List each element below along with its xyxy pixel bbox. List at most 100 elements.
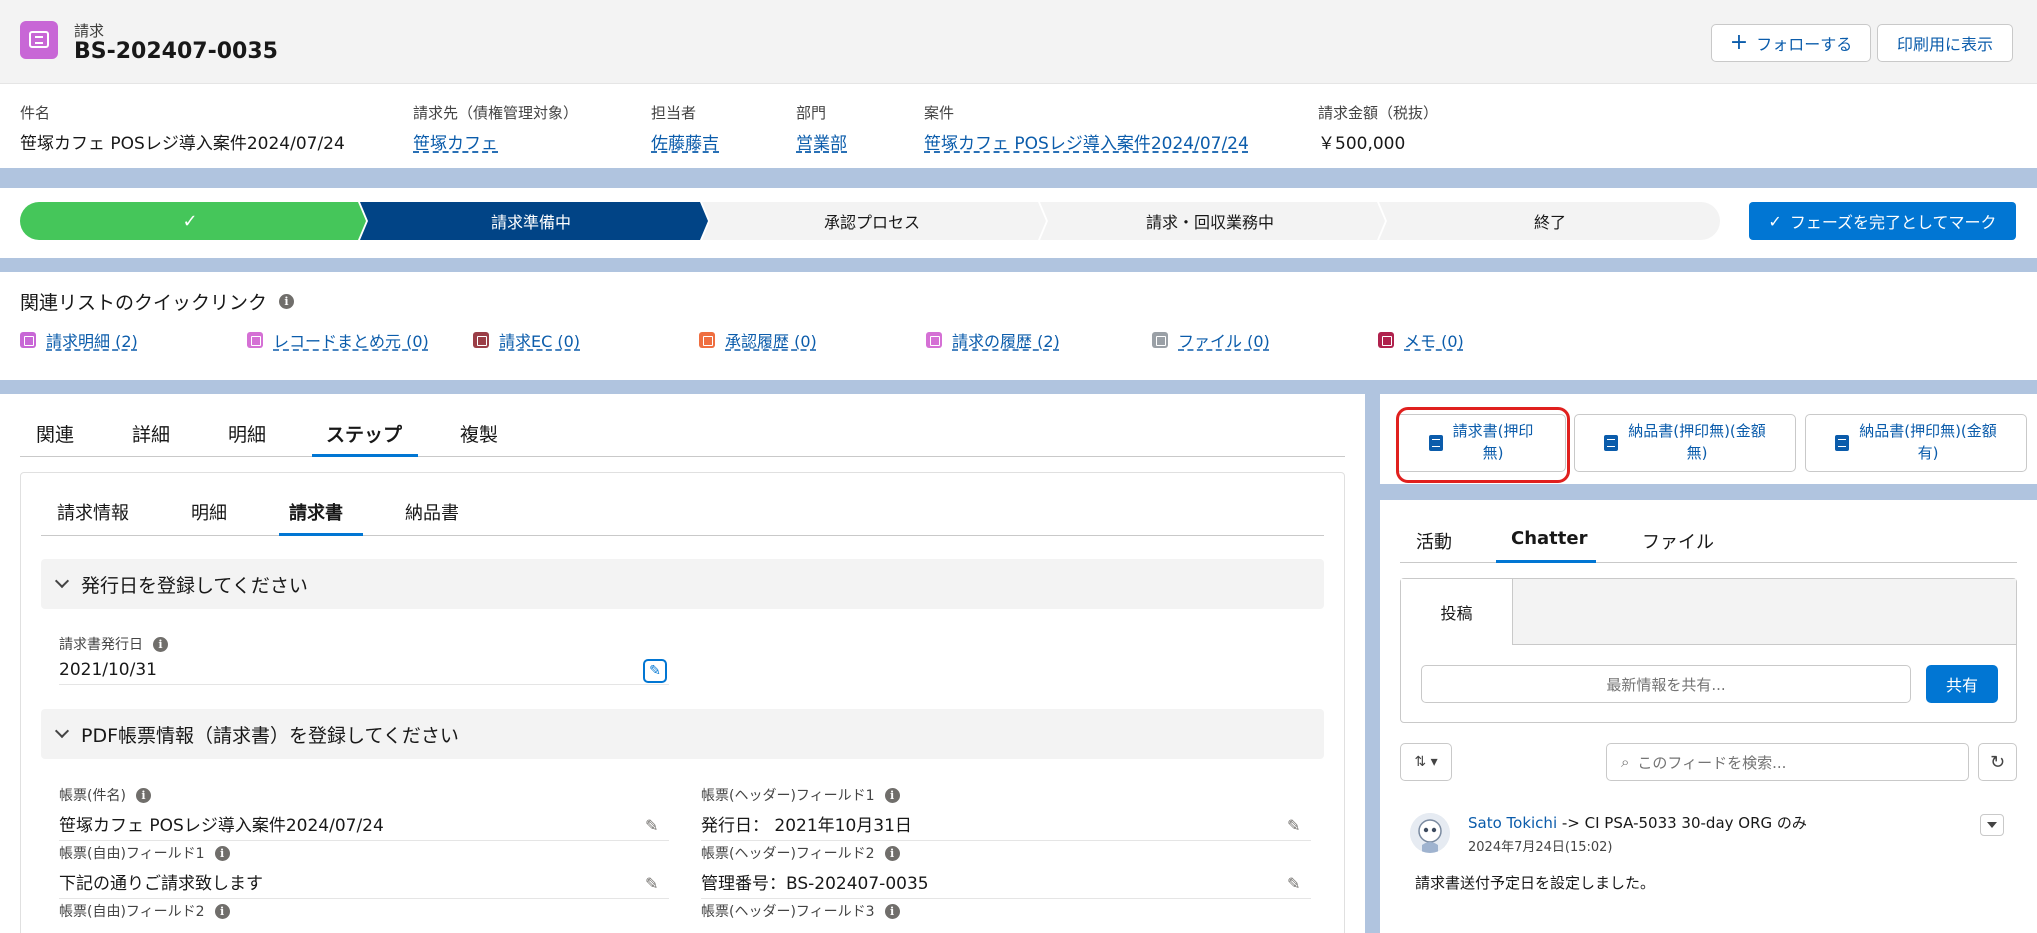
path-component: ✓ 請求準備中 承認プロセス 請求・回収業務中 終了 ✓ フェーズを完了としてマ… — [0, 188, 2037, 258]
chevron-down-icon — [54, 573, 70, 589]
tab-invoice-info[interactable]: 請求情報 — [57, 499, 129, 525]
object-label: 請求 — [74, 22, 105, 40]
stage-current[interactable]: 請求準備中 — [360, 202, 702, 240]
active-tab-indicator — [1496, 560, 1596, 563]
cart-icon — [473, 332, 489, 348]
plus-icon: + — [1729, 30, 1749, 55]
field-owner: 担当者 佐藤藤吉 — [651, 104, 719, 154]
field-opportunity: 案件 笹塚カフェ POSレジ導入案件2024/07/24 — [924, 104, 1249, 154]
tab-chatter[interactable]: Chatter — [1511, 528, 1587, 549]
share-update-input[interactable]: 最新情報を共有... — [1421, 665, 1911, 703]
field-form-free-2: 帳票(自由)フィールド2 i — [59, 901, 669, 921]
info-icon[interactable]: i — [214, 845, 230, 861]
info-icon[interactable]: i — [884, 903, 900, 919]
sort-icon: ⇅ ▾ — [1414, 754, 1438, 770]
info-icon[interactable]: i — [884, 845, 900, 861]
quick-link-files[interactable]: ファイル (0) — [1152, 328, 1270, 352]
record-title: BS-202407-0035 — [74, 39, 278, 64]
field-form-header-2: 帳票(ヘッダー)フィールド2 i 管理番号：BS-202407-0035 ✎ — [701, 843, 1311, 899]
check-icon: ✓ — [1768, 211, 1782, 231]
info-icon[interactable]: i — [214, 903, 230, 919]
feed-item-body: 請求書送付予定日を設定しました。 — [1415, 874, 1656, 892]
edit-pencil-icon[interactable]: ✎ — [643, 659, 667, 683]
follow-button[interactable]: + フォローする — [1711, 24, 1871, 62]
edit-pencil-icon[interactable]: ✎ — [1287, 816, 1303, 835]
edit-pencil-icon[interactable]: ✎ — [1287, 874, 1303, 893]
feed-target: -> CI PSA-5033 30-day ORG のみ — [1557, 814, 1807, 832]
delivery-no-seal-no-amount-button[interactable]: 納品書(押印無)(金額 無) — [1574, 414, 1796, 472]
quick-link-approval-history[interactable]: 承認履歴 (0) — [699, 328, 817, 352]
field-billing-account: 請求先（債権管理対象） 笹塚カフェ — [413, 104, 579, 154]
opportunity-link[interactable]: 笹塚カフェ POSレジ導入案件2024/07/24 — [924, 134, 1249, 154]
tab-delivery-doc[interactable]: 納品書 — [405, 499, 459, 525]
stage-completed[interactable]: ✓ — [20, 202, 360, 240]
info-icon[interactable]: i — [279, 294, 295, 309]
tab-steps[interactable]: ステップ — [326, 420, 402, 447]
printable-view-button[interactable]: 印刷用に表示 — [1877, 24, 2013, 62]
publisher-tab-strip — [1513, 579, 2016, 645]
info-icon[interactable]: i — [153, 636, 168, 652]
edit-pencil-icon[interactable]: ✎ — [645, 874, 661, 893]
avatar[interactable] — [1410, 813, 1450, 853]
section-issue-date[interactable]: 発行日を登録してください — [41, 559, 1324, 609]
invoice-object-icon — [20, 21, 58, 59]
info-icon[interactable]: i — [884, 787, 900, 803]
tab-lines[interactable]: 明細 — [228, 420, 266, 447]
department-link[interactable]: 営業部 — [796, 134, 847, 154]
stage-approval[interactable]: 承認プロセス — [702, 202, 1042, 240]
tab-details[interactable]: 詳細 — [132, 420, 170, 447]
record-icon — [247, 332, 263, 348]
tab-invoice-doc[interactable]: 請求書 — [289, 499, 343, 525]
chevron-down-icon — [54, 723, 70, 739]
chatter-card: 活動 Chatter ファイル 投稿 最新情報を共有... 共有 ⇅ ▾ ⌕ こ… — [1380, 500, 2037, 933]
document-icon — [1835, 435, 1850, 451]
field-form-free-1: 帳票(自由)フィールド1 i 下記の通りご請求致します ✎ — [59, 843, 669, 899]
field-subject: 件名 笹塚カフェ POSレジ導入案件2024/07/24 — [20, 104, 345, 154]
invoice-line-icon — [20, 332, 36, 348]
info-icon[interactable]: i — [135, 787, 151, 803]
field-form-header-1: 帳票(ヘッダー)フィールド1 i 発行日： 2021年10月31日 ✎ — [701, 785, 1311, 841]
mark-stage-complete-button[interactable]: ✓ フェーズを完了としてマーク — [1749, 202, 2016, 240]
edit-pencil-icon[interactable]: ✎ — [645, 816, 661, 835]
share-button[interactable]: 共有 — [1926, 665, 1998, 703]
quick-link-merge-source[interactable]: レコードまとめ元 (0) — [247, 328, 429, 352]
quick-link-invoice-lines[interactable]: 請求明細 (2) — [20, 328, 138, 352]
file-icon — [1152, 332, 1168, 348]
feed-search-input[interactable]: ⌕ このフィードを検索... — [1606, 743, 1969, 781]
quick-link-notes[interactable]: メモ (0) — [1378, 328, 1464, 352]
highlight-annotation — [1396, 407, 1570, 483]
stage-closed[interactable]: 終了 — [1380, 202, 1720, 240]
field-form-header-3: 帳票(ヘッダー)フィールド3 i — [701, 901, 1311, 921]
refresh-icon[interactable]: ↻ — [1978, 743, 2017, 781]
related-quick-links: 関連リストのクイックリンク i 請求明細 (2) レコードまとめ元 (0) 請求… — [0, 272, 2037, 380]
document-icon — [1604, 435, 1619, 451]
quick-link-invoice-history[interactable]: 請求の履歴 (2) — [926, 328, 1060, 352]
tab-files[interactable]: ファイル — [1642, 528, 1714, 554]
sub-tabset: 請求情報 明細 請求書 納品書 — [41, 473, 1324, 536]
feed-timestamp[interactable]: 2024年7月24日(15:02) — [1468, 836, 1613, 855]
note-icon — [1378, 332, 1394, 348]
tab-activity[interactable]: 活動 — [1416, 528, 1452, 554]
section-pdf-info[interactable]: PDF帳票情報（請求書）を登録してください — [41, 709, 1324, 759]
check-icon: ✓ — [182, 210, 198, 232]
active-tab-indicator — [312, 454, 418, 457]
field-form-subject: 帳票(件名) i 笹塚カフェ POSレジ導入案件2024/07/24 ✎ — [59, 785, 669, 841]
chatter-publisher: 投稿 最新情報を共有... 共有 — [1400, 578, 2017, 723]
history-icon — [926, 332, 942, 348]
feed-author-link[interactable]: Sato Tokichi — [1468, 814, 1557, 832]
activity-tabset: 活動 Chatter ファイル — [1400, 500, 2017, 563]
stage-billing[interactable]: 請求・回収業務中 — [1040, 202, 1380, 240]
highlights-panel: 件名 笹塚カフェ POSレジ導入案件2024/07/24 請求先（債権管理対象）… — [0, 84, 2037, 168]
billing-account-link[interactable]: 笹塚カフェ — [413, 134, 498, 154]
field-amount: 請求金額（税抜） ￥500,000 — [1318, 104, 1439, 154]
owner-link[interactable]: 佐藤藤吉 — [651, 134, 719, 154]
quick-link-invoice-ec[interactable]: 請求EC (0) — [473, 328, 580, 352]
publisher-tab-post[interactable]: 投稿 — [1401, 579, 1513, 645]
sort-feed-button[interactable]: ⇅ ▾ — [1400, 743, 1452, 781]
tab-sub-lines[interactable]: 明細 — [191, 499, 227, 525]
tab-clone[interactable]: 複製 — [460, 420, 498, 447]
feed-item-menu-button[interactable] — [1980, 814, 2004, 836]
record-header: 請求 BS-202407-0035 + フォローする 印刷用に表示 — [0, 0, 2037, 84]
delivery-no-seal-with-amount-button[interactable]: 納品書(押印無)(金額 有) — [1805, 414, 2027, 472]
tab-related[interactable]: 関連 — [36, 420, 74, 447]
